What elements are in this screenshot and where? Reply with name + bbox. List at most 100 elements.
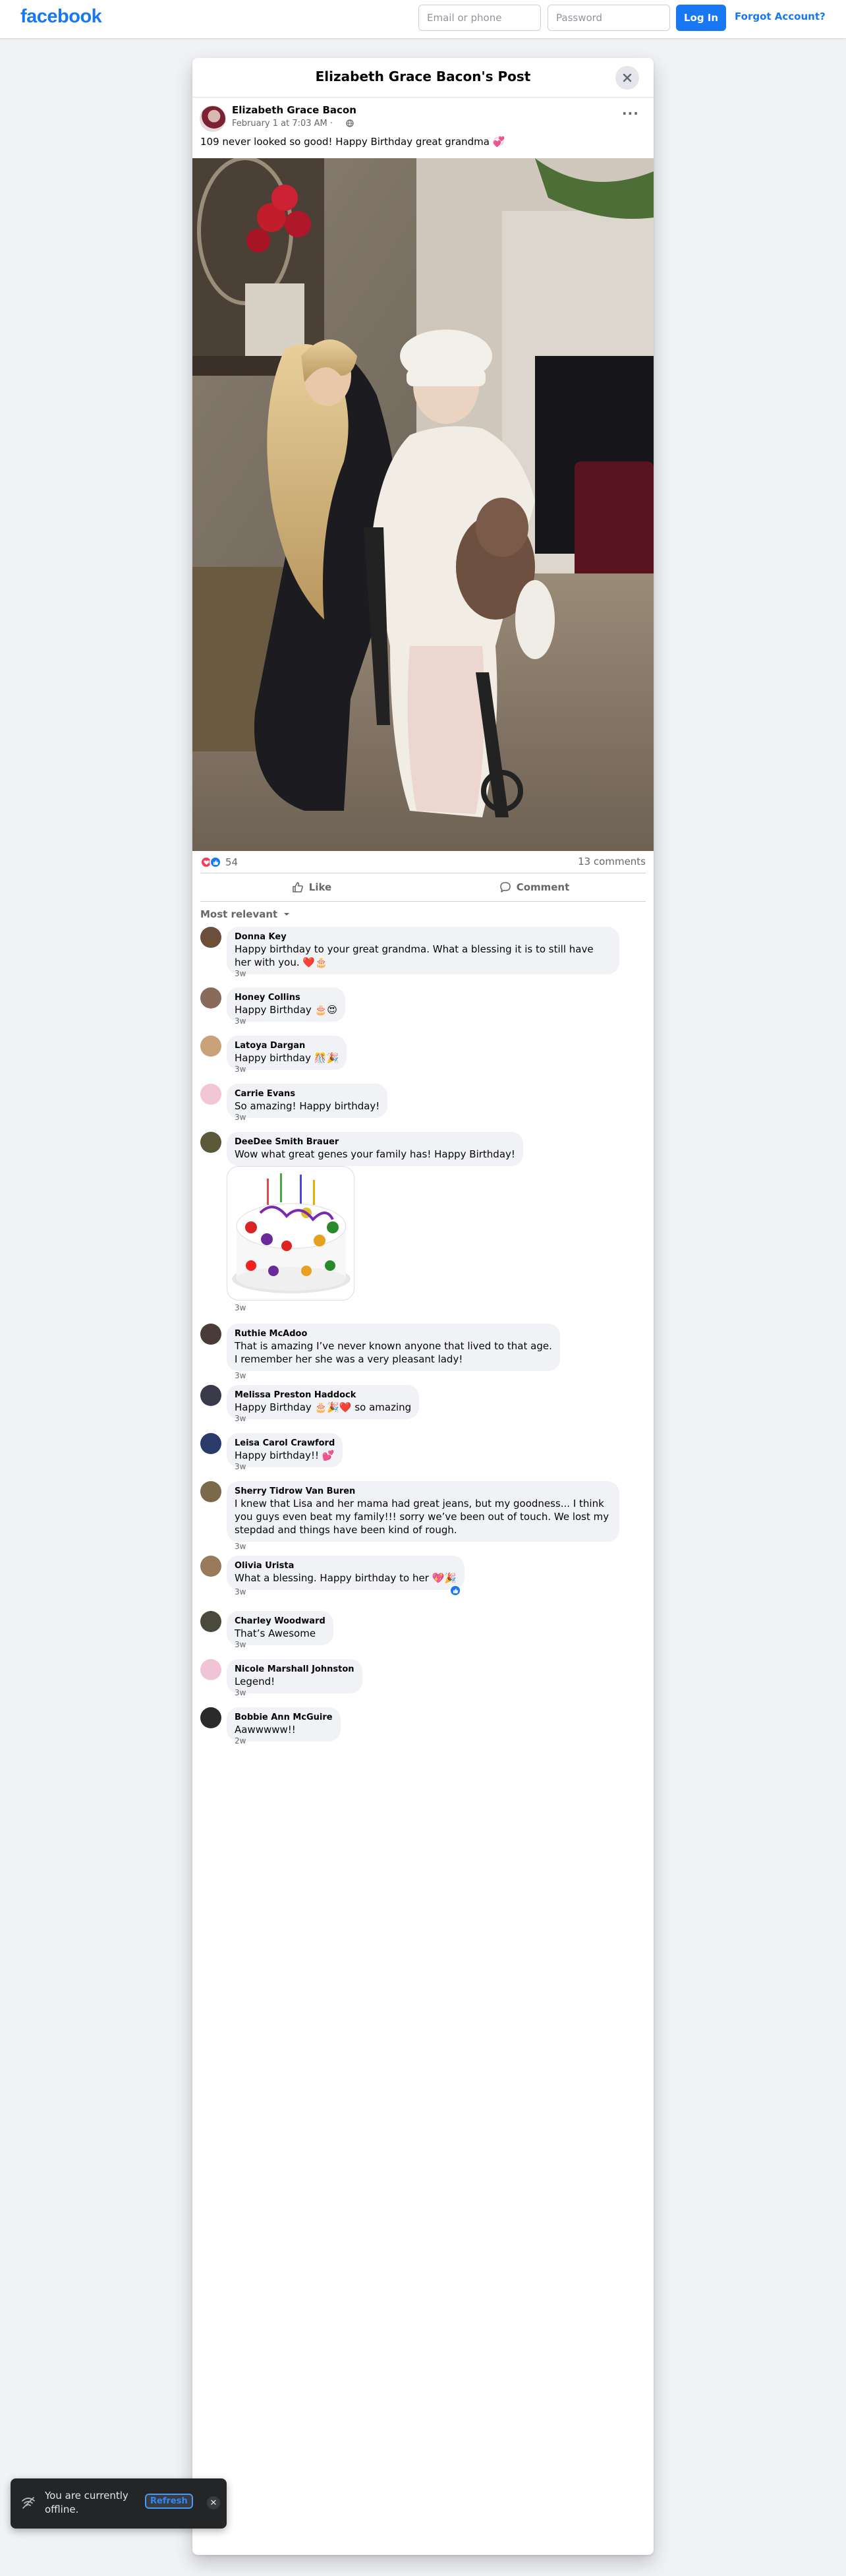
like-reaction-icon (453, 1588, 458, 1593)
comment-icon (499, 882, 511, 893)
commenter-name[interactable]: Olivia Urista (235, 1561, 457, 1571)
comment-text: Aawwwww!! (235, 1724, 296, 1736)
commenter-avatar[interactable] (200, 1611, 221, 1632)
comment-bubble: Nicole Marshall Johnston Legend! (227, 1659, 362, 1693)
comment-bubble: Ruthie McAdoo That is amazing I’ve never… (227, 1324, 560, 1371)
chevron-down-icon (284, 913, 290, 916)
comment-text: Wow what great genes your family has! Ha… (235, 1148, 515, 1160)
comment-text: Happy birthday!! 💕 (235, 1449, 335, 1461)
comment-text: Happy Birthday 🎂😍 (235, 1004, 337, 1016)
close-icon (623, 73, 632, 82)
sort-label: Most relevant (200, 908, 278, 920)
commenter-name[interactable]: DeeDee Smith Brauer (235, 1137, 515, 1148)
commenter-avatar[interactable] (200, 1659, 221, 1680)
comment-text: So amazing! Happy birthday! (235, 1100, 380, 1112)
post-photo[interactable] (192, 158, 654, 851)
commenter-name[interactable]: Sherry Tidrow Van Buren (235, 1486, 611, 1497)
comment-button[interactable]: Comment (423, 873, 646, 901)
comment-time[interactable]: 3w (235, 1414, 246, 1423)
comment-time[interactable]: 3w (235, 969, 246, 978)
commenter-name[interactable]: Ruthie McAdoo (235, 1329, 552, 1339)
comment-time[interactable]: 3w (235, 1303, 246, 1312)
cake-illustration (232, 1173, 351, 1293)
author-avatar[interactable] (200, 105, 226, 132)
birthday-cake-image[interactable] (227, 1166, 354, 1301)
commenter-name[interactable]: Honey Collins (235, 993, 337, 1003)
commenter-name[interactable]: Bobbie Ann McGuire (235, 1712, 333, 1723)
password-field[interactable] (548, 5, 670, 31)
post-dialog-title: Elizabeth Grace Bacon's Post (315, 69, 531, 84)
comment-text: What a blessing. Happy birthday to her 💖… (235, 1572, 457, 1584)
commenter-avatar[interactable] (200, 1132, 221, 1153)
comment-text: Happy birthday 🎊🎉 (235, 1052, 339, 1064)
comment-bubble: Melissa Preston Haddock Happy Birthday 🎂… (227, 1385, 420, 1419)
comment-text: Happy Birthday 🎂🎉❤️ so amazing (235, 1401, 412, 1413)
comment-time[interactable]: 3w (235, 1371, 246, 1380)
like-button[interactable]: Like (200, 873, 423, 901)
commenter-name[interactable]: Leisa Carol Crawford (235, 1438, 335, 1449)
comment-bubble: Sherry Tidrow Van Buren I knew that Lisa… (227, 1481, 619, 1542)
comment-text: That is amazing I’ve never known anyone … (235, 1340, 552, 1365)
commenter-name[interactable]: Carrie Evans (235, 1089, 380, 1099)
login-button[interactable]: Log In (676, 5, 726, 31)
comment-time[interactable]: 3w (235, 1587, 246, 1596)
comment-bubble: Carrie Evans So amazing! Happy birthday! (227, 1084, 388, 1118)
comment-count[interactable]: 13 comments (578, 856, 646, 867)
comment-bubble: Donna Key Happy birthday to your great g… (227, 927, 619, 974)
globe-icon (346, 119, 354, 127)
comment-time[interactable]: 3w (235, 1113, 246, 1122)
like-reaction-icon (210, 856, 221, 868)
offline-message: You are currently offline. (45, 2490, 128, 2515)
commenter-avatar[interactable] (200, 1385, 221, 1406)
comment-time[interactable]: 3w (235, 1065, 246, 1074)
commenter-avatar[interactable] (200, 987, 221, 1009)
commenter-avatar[interactable] (200, 1324, 221, 1345)
comment-time[interactable]: 2w (235, 1736, 246, 1745)
close-icon[interactable]: ✕ (207, 2496, 220, 2509)
comment-time[interactable]: 3w (235, 1016, 246, 1026)
commenter-avatar[interactable] (200, 1707, 221, 1728)
commenter-avatar[interactable] (200, 1036, 221, 1057)
comment-text: Legend! (235, 1676, 275, 1687)
forgot-account-link[interactable]: Forgot Account? (735, 11, 826, 22)
comment-bubble: Olivia Urista What a blessing. Happy bir… (227, 1556, 465, 1590)
commenter-name[interactable]: Melissa Preston Haddock (235, 1390, 411, 1401)
commenter-name[interactable]: Donna Key (235, 932, 611, 943)
comment-time[interactable]: 3w (235, 1640, 246, 1649)
comment-time[interactable]: 3w (235, 1542, 246, 1551)
comment-like-badge[interactable] (449, 1585, 461, 1596)
post-timestamp[interactable]: February 1 at 7:03 AM · (232, 119, 333, 129)
email-field[interactable] (418, 5, 541, 31)
commenter-name[interactable]: Charley Woodward (235, 1616, 325, 1627)
post-actions: Like Comment (200, 873, 646, 902)
facebook-logo[interactable]: facebook (20, 6, 102, 28)
commenter-name[interactable]: Latoya Dargan (235, 1041, 339, 1051)
comment-text: That’s Awesome (235, 1627, 316, 1639)
comment-text: Happy birthday to your great grandma. Wh… (235, 943, 594, 968)
commenter-name[interactable]: Nicole Marshall Johnston (235, 1664, 354, 1675)
commenter-avatar[interactable] (200, 1481, 221, 1502)
comment-time[interactable]: 3w (235, 1688, 246, 1697)
wifi-off-icon (22, 2497, 35, 2509)
commenter-avatar[interactable] (200, 1084, 221, 1105)
commenter-avatar[interactable] (200, 927, 221, 948)
commenter-avatar[interactable] (200, 1433, 221, 1454)
post-text: 109 never looked so good! Happy Birthday… (200, 136, 505, 148)
comment-time[interactable]: 3w (235, 1462, 246, 1471)
thumbs-up-icon (292, 882, 303, 893)
comment-sort-dropdown[interactable]: Most relevant (200, 908, 290, 920)
more-options-icon[interactable]: ··· (622, 105, 639, 121)
commenter-avatar[interactable] (200, 1556, 221, 1577)
reaction-count: 54 (225, 856, 239, 868)
comment-text: I knew that Lisa and her mama had great … (235, 1498, 609, 1536)
post-dialog-header: Elizabeth Grace Bacon's Post (192, 58, 654, 98)
offline-toast: You are currently offline. Refresh ✕ (11, 2478, 227, 2529)
close-button[interactable] (615, 66, 639, 90)
comment-bubble: DeeDee Smith Brauer Wow what great genes… (227, 1132, 523, 1166)
photo-scene (192, 158, 654, 851)
reactions-summary[interactable]: 54 (200, 856, 238, 869)
like-label: Like (308, 881, 332, 893)
refresh-button[interactable]: Refresh (145, 2494, 193, 2509)
author-name[interactable]: Elizabeth Grace Bacon (232, 104, 356, 116)
post-dialog: Elizabeth Grace Bacon's Post Elizabeth G… (192, 58, 654, 2555)
